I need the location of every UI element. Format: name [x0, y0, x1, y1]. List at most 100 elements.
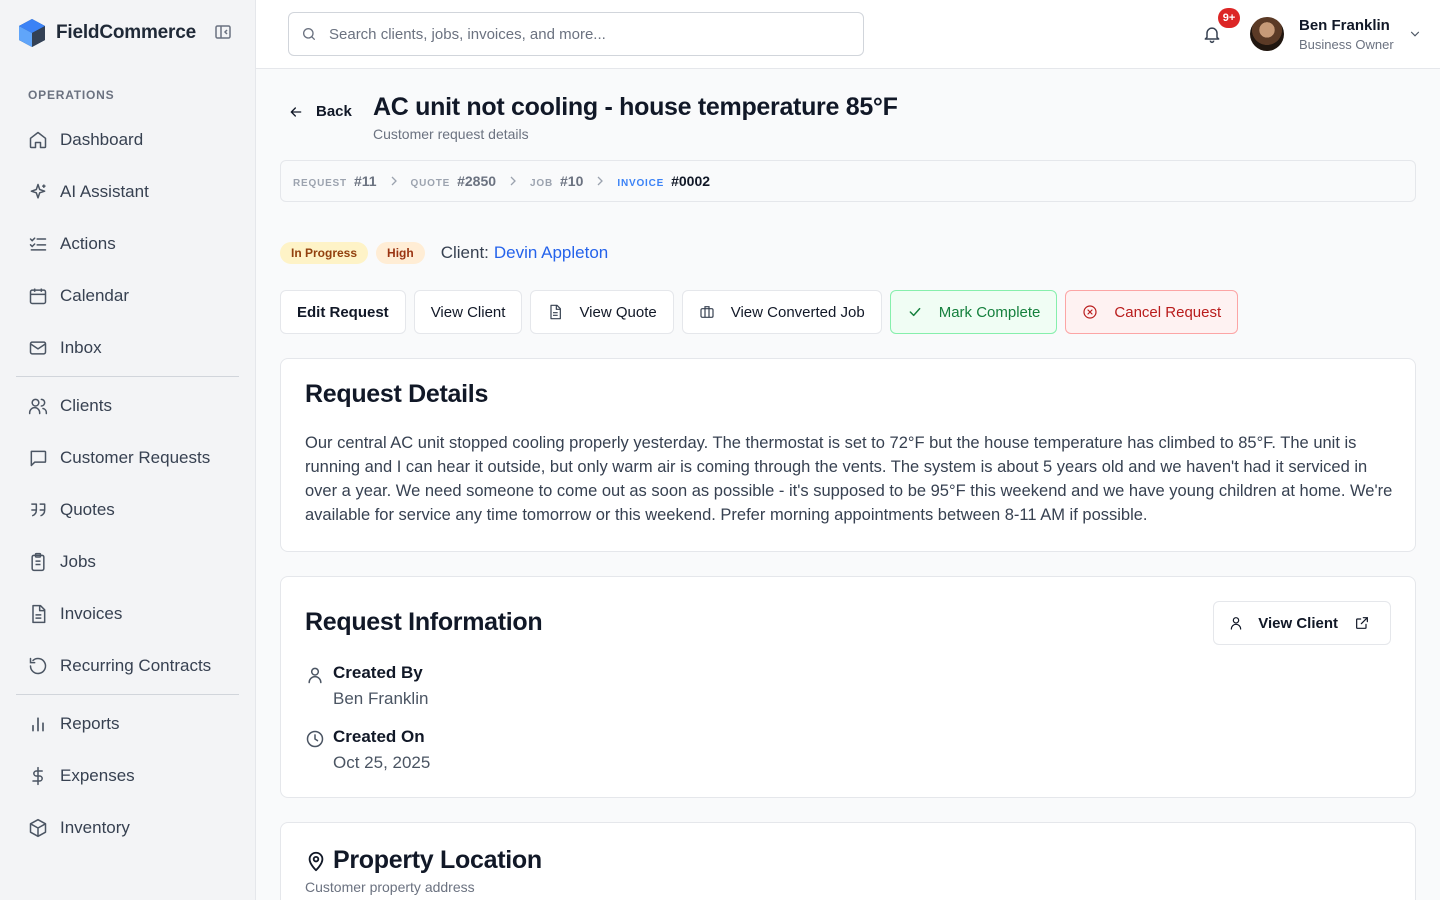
- view-client-button[interactable]: View Client: [413, 290, 523, 334]
- sidebar-item-label: Dashboard: [60, 130, 144, 149]
- briefcase-icon: [700, 306, 714, 318]
- request-information-card: Request Information View Client Created …: [280, 576, 1416, 798]
- sidebar-item-invoices[interactable]: Invoices: [0, 588, 255, 640]
- card-title: Property Location: [333, 846, 542, 874]
- property-location-header: Property Location: [305, 846, 542, 875]
- breadcrumb-value: #11: [353, 173, 377, 189]
- sidebar-item-label: AI Assistant: [60, 182, 149, 201]
- button-label: View Converted Job: [730, 303, 865, 321]
- clock-icon: [306, 730, 324, 748]
- user-icon: [308, 667, 322, 684]
- notification-badge: 9+: [1218, 8, 1240, 28]
- sidebar-item-customer-requests[interactable]: Customer Requests: [0, 432, 255, 484]
- section-label: OPERATIONS: [28, 88, 115, 102]
- back-button[interactable]: Back: [288, 103, 352, 120]
- breadcrumb-value: #0002: [671, 173, 711, 189]
- sidebar-item-calendar[interactable]: Calendar: [0, 270, 255, 322]
- nav-divider: [16, 376, 239, 377]
- breadcrumb-key: REQUEST: [293, 178, 347, 189]
- sidebar-item-label: Clients: [60, 396, 112, 415]
- calendar-icon: [29, 288, 47, 305]
- client-label: Client:: [440, 243, 489, 262]
- user-name[interactable]: Ben Franklin: [1299, 17, 1390, 34]
- status-badge: In Progress: [280, 242, 369, 264]
- breadcrumb-quote[interactable]: QUOTE #2850: [411, 173, 497, 189]
- edit-request-button[interactable]: Edit Request: [280, 290, 406, 334]
- mail-icon: [29, 341, 47, 355]
- view-quote-button[interactable]: View Quote: [530, 290, 674, 334]
- logo-icon: [19, 19, 45, 47]
- sparkles-icon: [30, 183, 46, 199]
- breadcrumb: REQUEST #11 QUOTE #2850 JOB #10 INVOICE …: [280, 160, 1416, 202]
- created-by-label: Created By: [333, 663, 423, 682]
- card-subtitle: Customer property address: [305, 879, 475, 895]
- sidebar-item-jobs[interactable]: Jobs: [0, 536, 255, 588]
- x-circle-icon: [1083, 305, 1098, 319]
- sidebar-item-reports[interactable]: Reports: [0, 698, 255, 750]
- action-bar: Edit Request View Client View Quote View…: [280, 290, 1246, 334]
- sidebar-item-expenses[interactable]: Expenses: [0, 750, 255, 802]
- created-on-label: Created On: [333, 727, 425, 746]
- dollar-icon: [32, 766, 43, 786]
- chevron-down-icon[interactable]: [1408, 27, 1422, 41]
- breadcrumb-key: INVOICE: [617, 178, 665, 189]
- client-link[interactable]: Devin Appleton: [494, 243, 608, 263]
- card-title: Request Information: [305, 608, 543, 636]
- quote-icon: [31, 503, 46, 517]
- button-label: Mark Complete: [938, 303, 1041, 321]
- user-icon: [1230, 617, 1242, 630]
- user-role: Business Owner: [1299, 37, 1394, 52]
- sidebar-item-label: Actions: [60, 234, 116, 253]
- card-title: Request Details: [305, 380, 489, 408]
- sidebar-item-ai-assistant[interactable]: AI Assistant: [0, 166, 255, 218]
- sidebar-item-label: Jobs: [60, 552, 96, 571]
- avatar[interactable]: [1250, 17, 1284, 51]
- clipboard-icon: [31, 552, 45, 572]
- sidebar-item-quotes[interactable]: Quotes: [0, 484, 255, 536]
- sidebar-item-label: Calendar: [60, 286, 129, 305]
- nav-divider: [16, 694, 239, 695]
- cancel-request-button[interactable]: Cancel Request: [1065, 290, 1239, 334]
- arrow-left-icon: [290, 106, 302, 117]
- top-header: 9+ Ben Franklin Business Owner: [256, 0, 1440, 69]
- chevron-right-icon: [510, 176, 516, 186]
- breadcrumb-value: #10: [560, 173, 584, 189]
- view-converted-job-button[interactable]: View Converted Job: [681, 290, 882, 334]
- breadcrumb-key: JOB: [530, 178, 554, 189]
- brand-name: FieldCommerce: [56, 22, 196, 43]
- box-icon: [29, 818, 47, 838]
- list-checks-icon: [29, 237, 47, 251]
- breadcrumb-key: QUOTE: [410, 178, 451, 189]
- sidebar-item-clients[interactable]: Clients: [0, 380, 255, 432]
- sidebar-item-recurring-contracts[interactable]: Recurring Contracts: [0, 640, 255, 692]
- sidebar-item-actions[interactable]: Actions: [0, 218, 255, 270]
- sidebar-item-label: Customer Requests: [60, 448, 211, 467]
- bar-chart-icon: [32, 717, 44, 732]
- breadcrumb-invoice[interactable]: INVOICE #0002: [617, 173, 710, 189]
- search-box[interactable]: [288, 12, 864, 56]
- file-text-icon: [32, 604, 46, 624]
- back-label: Back: [316, 103, 352, 120]
- page-subtitle: Customer request details: [373, 126, 529, 142]
- created-on-row: Created On Oct 25, 2025: [305, 727, 430, 773]
- breadcrumb-request[interactable]: REQUEST #11: [293, 173, 377, 189]
- search-input[interactable]: [329, 25, 849, 43]
- sidebar-item-inbox[interactable]: Inbox: [0, 322, 255, 374]
- view-client-link-button[interactable]: View Client: [1213, 601, 1391, 645]
- search-icon: [303, 28, 315, 40]
- priority-badge: High: [376, 242, 425, 264]
- mark-complete-button[interactable]: Mark Complete: [889, 290, 1058, 334]
- rotate-ccw-icon: [29, 657, 47, 675]
- users-icon: [28, 398, 48, 415]
- check-icon: [909, 307, 921, 317]
- sidebar-collapse-icon[interactable]: [214, 24, 232, 40]
- bell-icon[interactable]: [1202, 24, 1222, 44]
- external-link-icon: [1356, 617, 1368, 629]
- sidebar-item-dashboard[interactable]: Dashboard: [0, 114, 255, 166]
- file-text-icon: [550, 304, 562, 320]
- sidebar-item-label: Reports: [60, 714, 120, 733]
- chevron-right-icon: [391, 176, 397, 186]
- breadcrumb-job[interactable]: JOB #10: [530, 173, 583, 189]
- sidebar-item-inventory[interactable]: Inventory: [0, 802, 255, 854]
- created-on-value: Oct 25, 2025: [333, 753, 431, 772]
